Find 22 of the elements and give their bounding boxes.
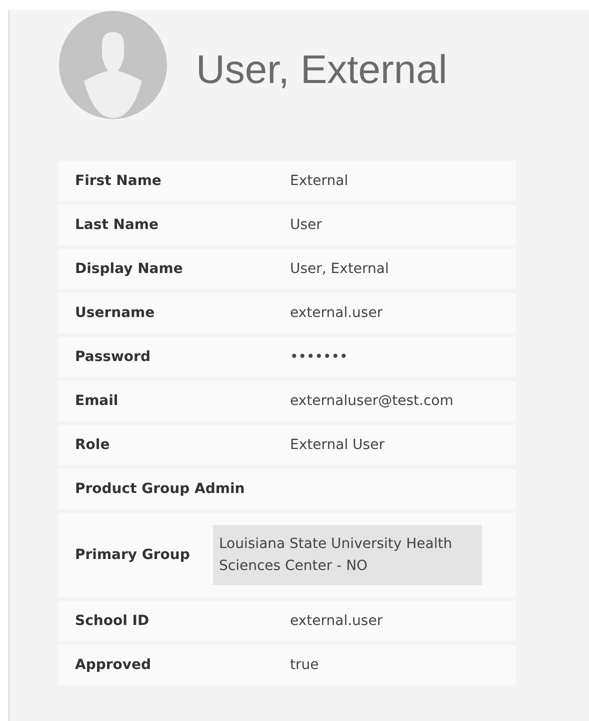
field-label: Display Name [74,261,184,277]
field-value: externaluser@test.com [290,393,454,409]
profile-name: User, External [196,48,448,93]
field-label: Username [74,305,156,321]
field-value: Louisiana State University Health Sciences Center - NO [213,525,482,585]
field-value: external.user [290,613,383,629]
field-value: User, External [290,261,389,277]
field-label: Password [74,349,152,365]
field-value: External [290,173,348,189]
field-label: Product Group Admin [74,481,246,497]
field-label: First Name [74,173,162,189]
field-label: Approved [74,657,152,673]
field-label: Last Name [74,217,160,233]
field-label: Role [74,437,111,453]
field-label: Email [74,393,120,409]
field-label: Primary Group [74,547,191,563]
field-value: ••••••• [290,349,348,365]
field-label: School ID [74,613,150,629]
field-value: External User [290,437,384,453]
field-value: User [290,217,322,233]
field-value: true [290,657,319,673]
field-value: external.user [290,305,383,321]
